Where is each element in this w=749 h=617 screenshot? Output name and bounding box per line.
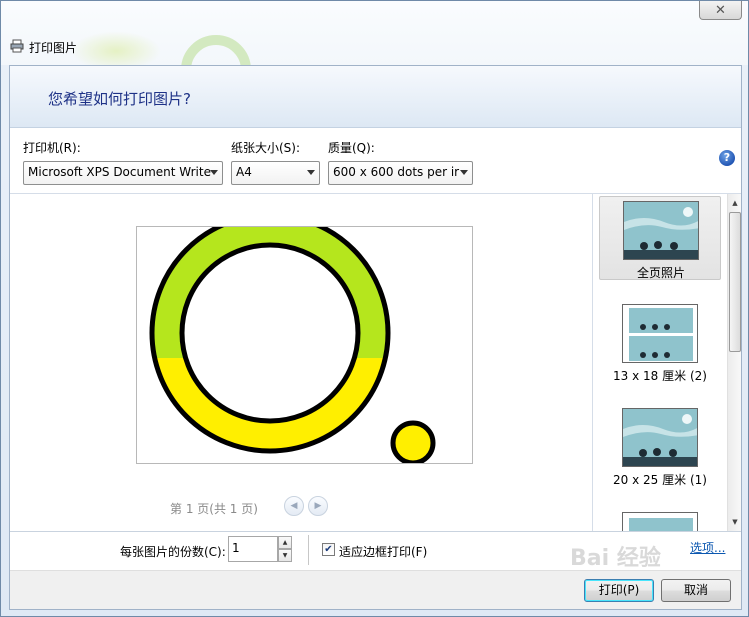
printer-label: 打印机(R):	[23, 141, 81, 155]
layout-item-label: 13 x 18 厘米 (2)	[613, 369, 707, 383]
layout-item-next[interactable]	[599, 508, 721, 531]
chevron-right-icon: ▶	[314, 501, 322, 511]
previous-page-button[interactable]: ◀	[284, 496, 304, 516]
layout-item-full-page[interactable]: 全页照片	[599, 196, 721, 280]
fit-to-frame-checkbox[interactable]: ✔	[322, 543, 335, 556]
close-icon: ✕	[715, 2, 726, 18]
printer-select[interactable]: Microsoft XPS Document Write	[23, 161, 223, 185]
scroll-thumb[interactable]	[729, 212, 741, 352]
title-bar: 打印图片 ✕	[1, 1, 748, 105]
page-heading: 您希望如何打印图片?	[48, 90, 191, 108]
layout-list: 全页照片 13 x 18 厘米 (2) 20 x 25 厘米 (1) ▲ ▼	[592, 194, 741, 531]
print-pictures-dialog: 打印图片 ✕ 您希望如何打印图片? 打印机(R): Microsoft XPS …	[0, 0, 749, 617]
increment-icon[interactable]: ▲	[278, 536, 292, 549]
layout-item-label: 20 x 25 厘米 (1)	[613, 473, 707, 487]
decrement-icon[interactable]: ▼	[278, 549, 292, 562]
page-indicator: 第 1 页(共 1 页)	[170, 502, 258, 516]
quality-select[interactable]: 600 x 600 dots per ir	[328, 161, 473, 185]
layout-thumbnail	[622, 408, 698, 467]
content-panel: 您希望如何打印图片? 打印机(R): Microsoft XPS Documen…	[9, 65, 742, 610]
cancel-button[interactable]: 取消	[661, 579, 731, 602]
printer-select-value: Microsoft XPS Document Write	[28, 165, 211, 179]
print-button[interactable]: 打印(P)	[584, 579, 654, 602]
scroll-up-icon[interactable]: ▲	[729, 196, 741, 210]
copies-stepper[interactable]: ▲ ▼	[278, 536, 292, 562]
dialog-footer: 打印(P) 取消	[10, 570, 741, 609]
chevron-down-icon	[210, 170, 218, 175]
paper-size-label: 纸张大小(S):	[231, 141, 301, 155]
separator	[308, 535, 309, 565]
chevron-down-icon	[460, 170, 468, 175]
next-page-button[interactable]: ▶	[308, 496, 328, 516]
preview-image	[149, 227, 436, 463]
layout-item-20x25[interactable]: 20 x 25 厘米 (1)	[599, 404, 721, 488]
layout-thumbnail	[622, 512, 698, 531]
preview-area: 第 1 页(共 1 页) ◀ ▶	[10, 194, 592, 531]
scroll-down-icon[interactable]: ▼	[729, 515, 741, 529]
chevron-down-icon	[307, 170, 315, 175]
printer-icon	[10, 39, 24, 53]
header-band: 您希望如何打印图片?	[10, 66, 741, 128]
quality-select-value: 600 x 600 dots per ir	[333, 165, 460, 179]
copies-input[interactable]: 1	[228, 536, 278, 562]
print-options-bar: 每张图片的份数(C): 1 ▲ ▼ ✔ 适应边框打印(F) 选项...	[10, 532, 741, 570]
quality-label: 质量(Q):	[328, 141, 375, 155]
preview-page	[136, 226, 473, 464]
options-link[interactable]: 选项...	[690, 539, 725, 556]
layout-thumbnail	[622, 304, 698, 363]
layout-item-13x18[interactable]: 13 x 18 厘米 (2)	[599, 300, 721, 384]
fit-to-frame-label[interactable]: 适应边框打印(F)	[339, 543, 427, 560]
layout-list-scrollbar[interactable]: ▲ ▼	[727, 194, 741, 531]
layout-thumbnail	[623, 201, 699, 260]
close-button[interactable]: ✕	[699, 1, 742, 20]
help-icon[interactable]: ?	[719, 150, 735, 166]
window-title: 打印图片	[29, 41, 78, 55]
copies-label: 每张图片的份数(C):	[120, 545, 226, 559]
layout-item-label: 全页照片	[636, 266, 685, 280]
paper-size-select[interactable]: A4	[231, 161, 320, 185]
paper-size-select-value: A4	[236, 165, 252, 179]
chevron-left-icon: ◀	[290, 501, 298, 511]
